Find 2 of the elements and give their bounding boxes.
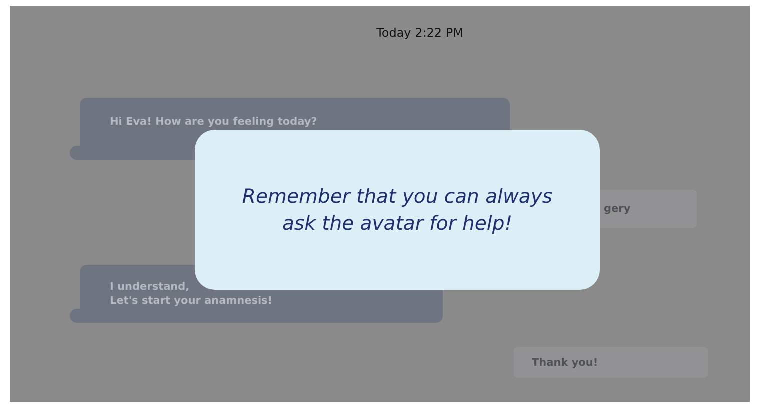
user-message-bubble: Thank you!	[514, 347, 708, 378]
timestamp: Today 2:22 PM	[376, 26, 464, 40]
